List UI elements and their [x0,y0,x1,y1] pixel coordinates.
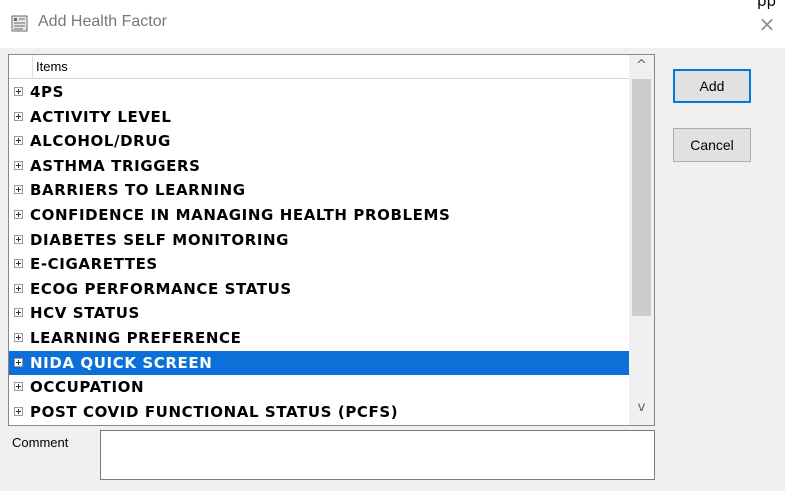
expand-plus-icon[interactable] [14,160,23,170]
list-item[interactable]: ASTHMA TRIGGERS [9,154,629,179]
list-item-label: E-CIGARETTES [30,255,158,274]
scroll-thumb[interactable] [632,79,651,316]
header-items-label: Items [36,59,68,74]
document-icon [11,15,28,32]
vertical-scrollbar[interactable]: ^ v [629,55,654,425]
list-item[interactable]: E-CIGARETTES [9,252,629,277]
expand-plus-icon[interactable] [14,259,23,269]
expand-plus-icon[interactable] [14,283,23,293]
expand-plus-icon[interactable] [14,87,23,96]
expand-plus-icon[interactable] [14,406,23,416]
comment-label: Comment [12,435,68,450]
list-item-label: NIDA QUICK SCREEN [30,353,213,372]
list-item[interactable]: ECOG PERFORMANCE STATUS [9,277,629,302]
list-item[interactable]: ACTIVITY LEVEL [9,105,629,130]
list-item-label: OCCUPATION [30,378,145,397]
scroll-up-icon[interactable]: ^ [629,55,654,77]
list-item-label: 4PS [30,83,65,101]
list-item-label: CONFIDENCE IN MANAGING HEALTH PROBLEMS [30,205,451,224]
expand-plus-icon[interactable] [14,209,23,219]
comment-field[interactable] [100,430,655,480]
header-blank-cell [9,55,33,78]
list-item[interactable]: HCV STATUS [9,301,629,326]
list-item[interactable]: ALCOHOL/DRUG [9,129,629,154]
list-item[interactable]: POST COVID FUNCTIONAL STATUS (PCFS) [9,400,629,425]
title-bar: Add Health Factor pp × [0,0,785,48]
list-header: Items [9,55,629,79]
expand-plus-icon[interactable] [14,332,23,342]
expand-plus-icon[interactable] [14,357,23,367]
expand-plus-icon[interactable] [14,185,23,195]
expand-plus-icon[interactable] [14,234,23,244]
list-item-label: POST COVID FUNCTIONAL STATUS (PCFS) [30,402,399,421]
add-button[interactable]: Add [673,69,751,103]
list-item-label: HCV STATUS [30,304,140,323]
expand-plus-icon[interactable] [14,111,23,121]
expand-plus-icon[interactable] [14,308,23,318]
list-item-label: ECOG PERFORMANCE STATUS [30,279,292,298]
corner-text: pp [757,0,777,10]
list-item[interactable]: CONFIDENCE IN MANAGING HEALTH PROBLEMS [9,203,629,228]
list-item[interactable]: DIABETES SELF MONITORING [9,228,629,253]
list-item-label: DIABETES SELF MONITORING [30,230,290,249]
close-icon[interactable]: × [757,14,777,34]
list-item-label: ASTHMA TRIGGERS [30,156,201,175]
list-item[interactable]: NIDA QUICK SCREEN [9,350,629,376]
list-item[interactable]: LEARNING PREFERENCE [9,326,629,351]
list-item-label: BARRIERS TO LEARNING [30,181,246,200]
window-title: Add Health Factor [38,13,167,30]
list-item-label: ACTIVITY LEVEL [30,107,172,126]
list-item[interactable]: BARRIERS TO LEARNING [9,178,629,203]
list-item[interactable]: OCCUPATION [9,375,629,400]
comment-label-text: Comment [12,435,69,450]
list-item[interactable]: 4PS [9,80,629,105]
list-item-label: LEARNING PREFERENCE [30,328,242,347]
items-list[interactable]: Items 4PS ACTIVITY LEVEL ALCOHOL/DRUG ASTHM… [8,54,655,426]
list-item-label: ALCOHOL/DRUG [30,132,171,151]
scroll-down-icon[interactable]: v [629,397,654,419]
cancel-button[interactable]: Cancel [673,128,751,162]
list-rows: 4PS ACTIVITY LEVEL ALCOHOL/DRUG ASTHMA TRIG… [9,80,629,424]
expand-plus-icon[interactable] [14,136,23,146]
expand-plus-icon[interactable] [14,382,23,392]
